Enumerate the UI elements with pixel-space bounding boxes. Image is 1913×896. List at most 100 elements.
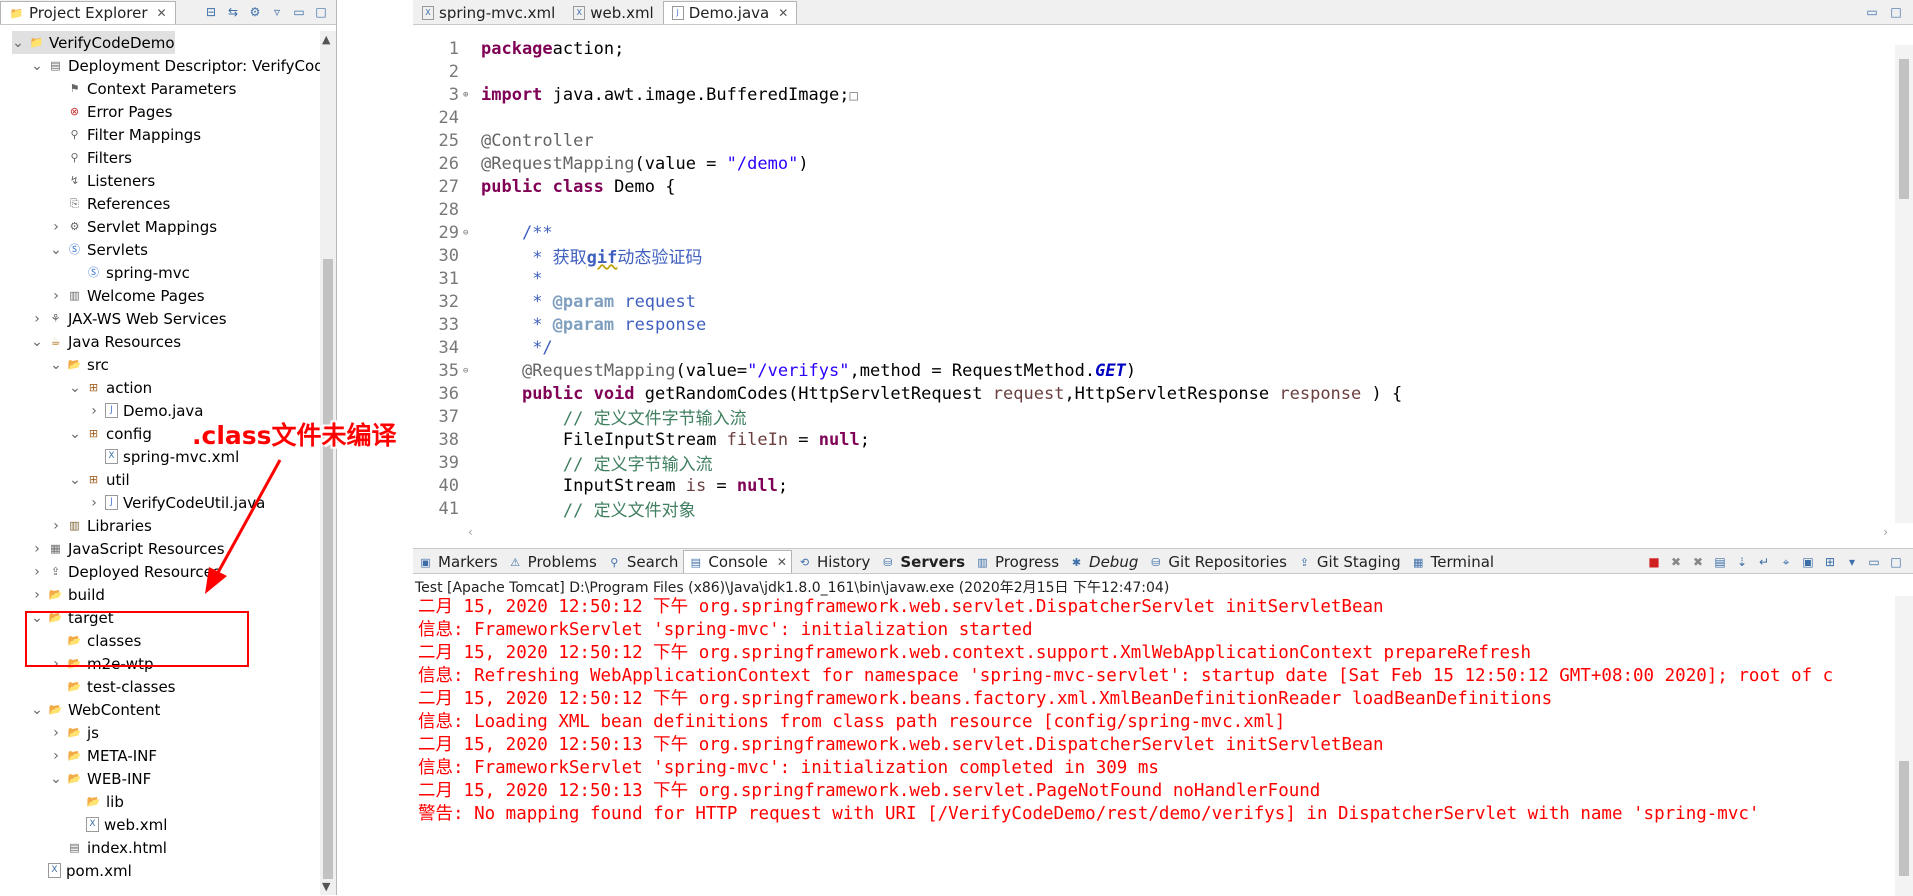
collapsed-chevron-icon[interactable]: › xyxy=(31,564,43,580)
tree-node[interactable]: ⊗ Error Pages xyxy=(50,100,173,123)
console-view-tab[interactable]: ⛁ Servers xyxy=(875,550,970,573)
remove-launch-icon[interactable]: ✖ xyxy=(1667,553,1685,571)
code-editor[interactable]: 1 packageaction; 2 3 ⊕ import java.awt.image.… xyxy=(413,37,1873,523)
tree-node[interactable]: › 📂 META-INF xyxy=(50,744,157,767)
collapsed-chevron-icon[interactable]: › xyxy=(50,748,62,764)
tree-node[interactable]: Xpom.xml xyxy=(31,859,132,882)
console-view-tab[interactable]: ▦ Terminal xyxy=(1406,550,1499,573)
pin-console-icon[interactable]: ⌖ xyxy=(1777,553,1795,571)
maximize-icon[interactable]: □ xyxy=(312,3,330,21)
filter-icon[interactable]: ⚙ xyxy=(246,3,264,21)
tree-node[interactable]: ⌄ ▤ Deployment Descriptor: VerifyCodeDemo xyxy=(31,54,320,77)
collapsed-chevron-icon[interactable]: › xyxy=(50,518,62,534)
tree-node[interactable]: ↯ Listeners xyxy=(50,169,155,192)
scroll-up-icon[interactable]: ▲ xyxy=(322,33,330,46)
terminate-icon[interactable]: ■ xyxy=(1645,553,1663,571)
fold-toggle-icon[interactable]: ⊖ xyxy=(463,366,473,376)
console-view-tab[interactable]: ✱ Debug xyxy=(1064,550,1143,573)
editor-tab[interactable]: Xweb.xml xyxy=(564,1,662,24)
collapsed-chevron-icon[interactable]: › xyxy=(88,495,100,511)
editor-tab[interactable]: J Demo.java ✕ xyxy=(662,1,798,24)
editor-tab[interactable]: Xspring-mvc.xml xyxy=(413,1,564,24)
console-view-tab[interactable]: ⚲ Search xyxy=(602,550,684,573)
remove-all-icon[interactable]: ✖ xyxy=(1689,553,1707,571)
tree-node[interactable]: › ⚘ JAX-WS Web Services xyxy=(31,307,226,330)
console-view-tab[interactable]: ⟲ History xyxy=(792,550,875,573)
tab-project-explorer[interactable]: 📁 Project Explorer ✕ xyxy=(0,1,176,24)
scrollbar-thumb[interactable] xyxy=(1899,761,1909,876)
tree-node[interactable]: › ▥ Welcome Pages xyxy=(50,284,204,307)
scroll-right-icon[interactable]: › xyxy=(1883,525,1888,539)
close-icon[interactable]: ✕ xyxy=(778,6,788,20)
tree-node[interactable]: ⚲ Filter Mappings xyxy=(50,123,201,146)
tree-node[interactable]: ⚲ Filters xyxy=(50,146,132,169)
console-view-tab[interactable]: ⚠ Problems xyxy=(503,550,602,573)
expanded-chevron-icon[interactable]: ⌄ xyxy=(69,380,81,396)
maximize-icon[interactable]: □ xyxy=(1887,3,1905,21)
collapsed-chevron-icon[interactable]: › xyxy=(50,288,62,304)
tree-node[interactable]: › ⚙ Servlet Mappings xyxy=(50,215,217,238)
tree-node[interactable]: ⌄ 📂 WebContent xyxy=(31,698,160,721)
tree-node[interactable]: ⌄ ⊞ util xyxy=(69,468,130,491)
tree-node[interactable]: ⌄ 📂 src xyxy=(50,353,109,376)
editor-horizontal-scrollbar[interactable]: ‹ › xyxy=(468,525,1888,543)
expanded-chevron-icon[interactable]: ⌄ xyxy=(31,702,43,718)
tree-node[interactable]: ⎘ References xyxy=(50,192,170,215)
link-with-editor-icon[interactable]: ⇆ xyxy=(224,3,242,21)
editor-vertical-scrollbar[interactable] xyxy=(1895,45,1913,523)
console-scrollbar[interactable] xyxy=(1895,596,1913,896)
expanded-chevron-icon[interactable]: ⌄ xyxy=(50,357,62,373)
display-console-icon[interactable]: ▣ xyxy=(1799,553,1817,571)
tree-node[interactable]: ⌄ 📁 VerifyCodeDemo xyxy=(12,31,175,54)
expanded-chevron-icon[interactable]: ⌄ xyxy=(31,334,43,350)
expanded-chevron-icon[interactable]: ⌄ xyxy=(69,426,81,442)
maximize-icon[interactable]: □ xyxy=(1887,553,1905,571)
tree-node[interactable]: 📂 lib xyxy=(69,790,124,813)
expanded-chevron-icon[interactable]: ⌄ xyxy=(50,242,62,258)
view-menu-icon[interactable]: ▾ xyxy=(1843,553,1861,571)
fold-toggle-icon[interactable]: ⊕ xyxy=(463,90,473,100)
explorer-scrollbar[interactable]: ▲ ▼ xyxy=(320,31,336,895)
open-console-icon[interactable]: ⊞ xyxy=(1821,553,1839,571)
collapsed-chevron-icon[interactable]: › xyxy=(31,311,43,327)
tree-node[interactable]: ⌄ 📂 WEB-INF xyxy=(50,767,151,790)
collapsed-chevron-icon[interactable]: › xyxy=(88,403,100,419)
expanded-chevron-icon[interactable]: ⌄ xyxy=(31,58,43,74)
scroll-lock-icon[interactable]: ⇣ xyxy=(1733,553,1751,571)
tree-node[interactable]: › 📂 js xyxy=(50,721,99,744)
tree-node[interactable]: 📂 test-classes xyxy=(50,675,176,698)
close-icon[interactable]: ✕ xyxy=(777,555,787,569)
collapsed-chevron-icon[interactable]: › xyxy=(31,587,43,603)
view-menu-icon[interactable]: ▿ xyxy=(268,3,286,21)
collapsed-chevron-icon[interactable]: › xyxy=(50,219,62,235)
tree-node[interactable]: › ⇪ Deployed Resources xyxy=(31,560,220,583)
scrollbar-thumb[interactable] xyxy=(1899,59,1909,199)
tree-node[interactable]: ⌄ Ⓢ Servlets xyxy=(50,238,148,261)
tree-node[interactable]: ⌄ ⊞ action xyxy=(69,376,152,399)
console-view-tab[interactable]: ⛁ Git Repositories xyxy=(1143,550,1292,573)
fold-toggle-icon[interactable]: ⊖ xyxy=(463,228,473,238)
expanded-chevron-icon[interactable]: ⌄ xyxy=(69,472,81,488)
tree-node[interactable]: › J VerifyCodeUtil.java xyxy=(88,491,265,514)
expanded-chevron-icon[interactable]: ⌄ xyxy=(50,771,62,787)
collapsed-chevron-icon[interactable]: › xyxy=(31,541,43,557)
collapse-all-icon[interactable]: ⊟ xyxy=(202,3,220,21)
minimize-icon[interactable]: ▭ xyxy=(1863,3,1881,21)
collapsed-chevron-icon[interactable]: › xyxy=(50,725,62,741)
tree-node[interactable]: › 📂 build xyxy=(31,583,105,606)
console-output[interactable]: 二月 15, 2020 12:50:12 下午 org.springframew… xyxy=(413,596,1893,896)
console-view-tab[interactable]: ▥ Progress xyxy=(970,550,1064,573)
tree-node[interactable]: ▤ index.html xyxy=(50,836,167,859)
console-view-tab[interactable]: ⇪ Git Staging xyxy=(1292,550,1406,573)
tree-node[interactable]: ⌄ ⊞ config xyxy=(69,422,152,445)
console-view-tab[interactable]: ▤ Console ✕ xyxy=(683,550,792,573)
minimize-icon[interactable]: ▭ xyxy=(290,3,308,21)
tree-node[interactable]: › ▥ Libraries xyxy=(50,514,152,537)
scroll-left-icon[interactable]: ‹ xyxy=(468,525,473,539)
tree-node[interactable]: › J Demo.java xyxy=(88,399,203,422)
minimize-icon[interactable]: ▭ xyxy=(1865,553,1883,571)
close-icon[interactable]: ✕ xyxy=(157,6,167,20)
tree-node[interactable]: ⚑ Context Parameters xyxy=(50,77,237,100)
expanded-chevron-icon[interactable]: ⌄ xyxy=(12,35,24,51)
scrollbar-thumb[interactable] xyxy=(323,259,333,879)
